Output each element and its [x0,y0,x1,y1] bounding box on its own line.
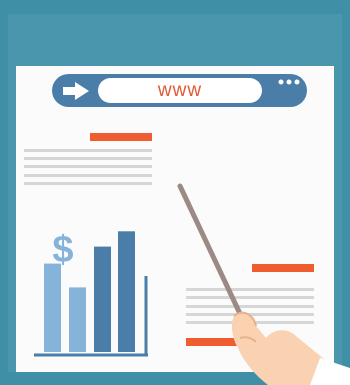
arrow-right-icon [63,82,89,100]
heading-accent-top [90,133,152,141]
chart-bar [118,231,135,352]
url-text: www [157,80,203,101]
hand-icon [231,311,350,385]
chart-bar [44,263,61,352]
chart-bar [94,246,111,352]
text-line [24,174,152,177]
more-dots-icon [278,79,300,85]
bar-chart-illustration: $ [34,229,148,357]
text-line [24,149,152,152]
chart-bar [69,287,86,352]
text-line [24,182,152,185]
url-field: www [98,78,262,103]
text-line [24,157,152,160]
text-line [24,165,152,168]
pointer-stick [177,183,245,321]
pointer-hand-illustration [177,183,350,385]
